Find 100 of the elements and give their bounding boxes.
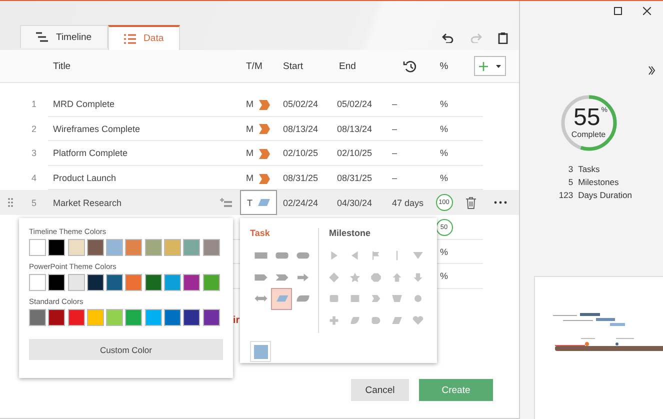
table-row[interactable]: 4 Product Launch M 08/31/25 08/31/25 – % xyxy=(0,166,519,190)
table-cell: Market Research xyxy=(53,198,122,208)
row-number: 3 xyxy=(31,148,36,158)
shape-icon xyxy=(294,293,310,304)
row-number: 5 xyxy=(31,198,36,208)
clipboard-icon[interactable] xyxy=(498,32,508,44)
add-button[interactable] xyxy=(474,56,506,76)
color-swatch[interactable] xyxy=(144,239,162,256)
table-cell: % xyxy=(440,99,448,110)
table-cell: Product Launch xyxy=(53,173,116,184)
table-cell: MRD Complete xyxy=(53,99,115,110)
plus-icon xyxy=(479,62,488,70)
color-swatch[interactable] xyxy=(29,239,46,256)
drag-handle-icon[interactable] xyxy=(8,198,12,208)
column-header: % xyxy=(440,60,448,72)
row-number: 4 xyxy=(31,173,36,184)
color-swatch[interactable] xyxy=(144,309,162,326)
table-cell: – xyxy=(392,99,398,110)
color-swatch[interactable] xyxy=(68,274,85,291)
list-icon xyxy=(124,34,136,44)
color-swatch[interactable] xyxy=(183,239,200,256)
color-swatch[interactable] xyxy=(125,274,142,291)
color-swatch[interactable] xyxy=(164,309,182,326)
column-header: Start xyxy=(282,60,304,72)
color-swatch[interactable] xyxy=(48,274,66,291)
color-swatch[interactable] xyxy=(86,309,104,326)
color-swatch[interactable] xyxy=(125,239,142,256)
color-swatch[interactable] xyxy=(48,239,66,256)
table-cell: 08/13/24 xyxy=(283,124,318,134)
type-cell[interactable]: M xyxy=(240,92,277,117)
table-cell: % xyxy=(440,271,448,282)
add-subtask-icon[interactable] xyxy=(220,198,232,208)
table-cell: Wireframes Complete xyxy=(53,124,140,134)
column-header: Title xyxy=(52,60,71,72)
caret-icon xyxy=(496,64,501,68)
table-cell: – xyxy=(392,124,398,134)
table-cell: 02/10/25 xyxy=(283,148,318,158)
color-swatch[interactable] xyxy=(106,309,124,326)
table-row[interactable]: 3 Platform Complete M 02/10/25 02/10/25 – % xyxy=(0,141,519,166)
progress-ring xyxy=(558,93,618,153)
shape-icon xyxy=(368,272,382,283)
stat-count: 5 xyxy=(567,177,574,187)
table-cell: – xyxy=(392,148,398,158)
timeline-icon xyxy=(36,32,48,42)
table-cell: % xyxy=(440,173,448,184)
current-color-swatch[interactable] xyxy=(254,344,268,358)
section-title: Milestone xyxy=(329,228,372,240)
table-cell: 05/02/24 xyxy=(337,99,372,110)
shape-icon xyxy=(348,272,362,283)
shape-icon xyxy=(390,293,404,304)
shape-icon xyxy=(252,293,268,304)
expand-icon[interactable] xyxy=(648,66,655,75)
table-cell: % xyxy=(440,246,448,257)
color-swatch[interactable] xyxy=(125,309,142,326)
color-swatch[interactable] xyxy=(86,274,104,291)
type-cell[interactable]: M xyxy=(240,116,277,142)
custom-color-button[interactable]: Custom Color xyxy=(29,339,223,360)
color-swatch[interactable] xyxy=(68,239,85,256)
table-row[interactable]: 2 Wireframes Complete M 08/13/24 08/13/24 – % xyxy=(0,116,519,142)
color-swatch[interactable] xyxy=(29,274,46,291)
color-swatch[interactable] xyxy=(48,309,66,326)
color-swatch[interactable] xyxy=(106,274,124,291)
shape-icon xyxy=(294,272,310,283)
history-icon xyxy=(403,60,417,72)
color-swatch[interactable] xyxy=(183,309,200,326)
more-icon[interactable] xyxy=(494,201,507,204)
type-cell[interactable]: T xyxy=(240,190,277,215)
table-row[interactable]: 1 MRD Complete M 05/02/24 05/02/24 – % xyxy=(0,92,519,117)
type-cell[interactable]: M xyxy=(240,166,277,190)
shape-icon xyxy=(410,314,424,326)
color-swatch[interactable] xyxy=(144,274,162,291)
color-swatch[interactable] xyxy=(164,239,182,256)
color-swatch[interactable] xyxy=(86,239,104,256)
color-swatch[interactable] xyxy=(202,274,220,291)
type-cell[interactable]: M xyxy=(240,141,277,166)
table-cell: % xyxy=(440,124,448,134)
color-swatch[interactable] xyxy=(68,309,85,326)
undo-icon[interactable] xyxy=(442,33,454,43)
shape-icon xyxy=(274,250,290,262)
stat-label: Milestones xyxy=(578,177,620,187)
shape-icon xyxy=(274,293,290,304)
stat-count: 3 xyxy=(567,164,574,174)
cancel-button[interactable]: Cancel xyxy=(351,379,409,401)
delete-icon[interactable] xyxy=(466,196,476,209)
color-swatch[interactable] xyxy=(164,274,182,291)
color-swatch[interactable] xyxy=(183,274,200,291)
tab[interactable]: Data xyxy=(108,25,180,50)
maximize-icon[interactable] xyxy=(614,7,622,15)
color-swatch[interactable] xyxy=(202,239,220,256)
stat-label: Tasks xyxy=(578,164,601,174)
color-swatch[interactable] xyxy=(29,309,46,326)
shape-icon xyxy=(326,272,340,283)
color-swatch[interactable] xyxy=(202,309,220,326)
tab[interactable]: Timeline xyxy=(20,25,108,48)
row-number: 2 xyxy=(31,124,36,134)
color-swatch[interactable] xyxy=(106,239,124,256)
shape-option[interactable] xyxy=(271,288,292,310)
table-cell: – xyxy=(392,173,398,184)
table-cell: % xyxy=(440,148,448,158)
close-icon[interactable] xyxy=(643,7,651,15)
